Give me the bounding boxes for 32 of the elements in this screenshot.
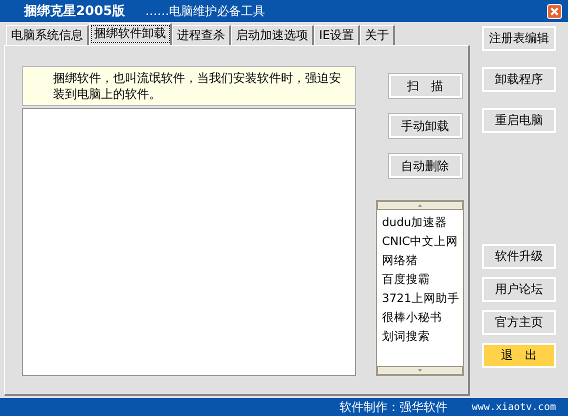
window-title: 捆绑克星2005版 <box>24 3 126 20</box>
action-button[interactable]: 自动删除 <box>388 154 462 178</box>
tab[interactable]: 电脑系统信息 <box>6 25 89 45</box>
info-text: 捆绑软件，也叫流氓软件，当我们安装软件时，强迫安装到电脑上的软件。 <box>22 66 356 106</box>
side-button[interactable]: 官方主页 <box>482 310 556 335</box>
close-icon[interactable] <box>547 4 562 18</box>
tab[interactable]: 启动加速选项 <box>231 25 314 45</box>
tab[interactable]: IE设置 <box>314 25 360 45</box>
tab[interactable]: 进程查杀 <box>172 25 231 45</box>
side-button[interactable]: 软件升级 <box>482 244 556 269</box>
scroll-down-button[interactable] <box>377 366 463 375</box>
software-item[interactable]: 网络猪 <box>382 251 458 270</box>
tab[interactable]: 关于 <box>360 25 396 45</box>
side-button[interactable]: 用户论坛 <box>482 277 556 302</box>
side-button[interactable]: 退 出 <box>482 343 556 368</box>
action-button[interactable]: 手动卸载 <box>388 114 462 138</box>
side-button[interactable]: 注册表编辑 <box>482 26 556 51</box>
software-item[interactable]: 百度搜霸 <box>382 270 458 289</box>
software-list[interactable]: dudu加速器 CNIC中文上网 网络猪 百度搜霸 3721上网助手 很棒小秘书 划词搜索 <box>376 200 464 376</box>
software-item[interactable]: dudu加速器 <box>382 213 458 232</box>
software-item[interactable]: 3721上网助手 <box>382 289 458 308</box>
software-item[interactable]: CNIC中文上网 <box>382 232 458 251</box>
side-button[interactable]: 重启电脑 <box>482 108 556 133</box>
window-subtitle: ……电脑维护必备工具 <box>145 2 266 20</box>
software-item[interactable]: 很棒小秘书 <box>382 308 458 327</box>
scroll-up-button[interactable] <box>377 201 463 210</box>
website-url: www.xiaotv.com <box>472 402 556 412</box>
side-button[interactable]: 卸载程序 <box>482 67 556 92</box>
tab[interactable]: 捆绑软件卸载 <box>89 23 172 45</box>
credit-text: 软件制作：强华软件 <box>340 398 448 416</box>
software-item[interactable]: 划词搜索 <box>382 327 458 346</box>
action-button[interactable]: 扫 描 <box>388 74 462 98</box>
